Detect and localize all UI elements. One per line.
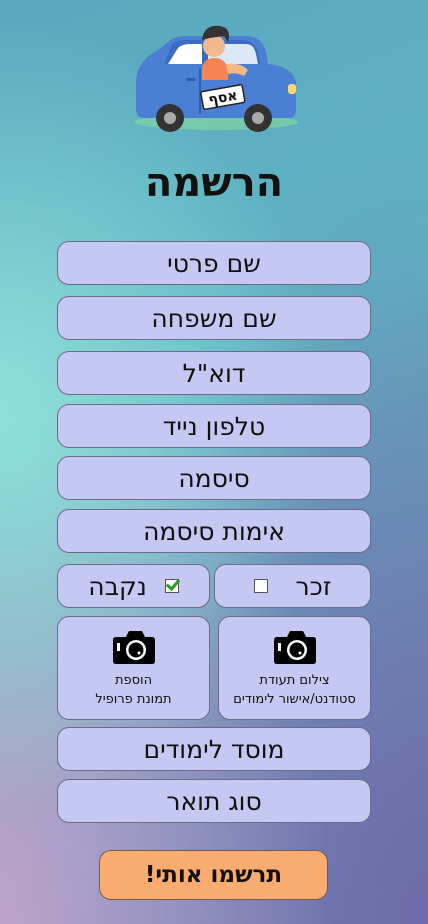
degree-type-field[interactable]: סוג תואר xyxy=(57,779,371,823)
gender-female-option[interactable]: נקבה xyxy=(57,564,210,608)
last-name-field[interactable]: שם משפחה xyxy=(57,296,371,340)
student-id-photo-line2: סטודנט/אישור לימודים xyxy=(233,692,356,707)
camera-icon xyxy=(273,631,316,664)
gender-male-option[interactable]: זכר xyxy=(214,564,371,608)
app-logo: אסף xyxy=(128,18,302,136)
profile-photo-button[interactable]: הוספת תמונת פרופיל xyxy=(57,616,210,720)
phone-field[interactable]: טלפון נייד xyxy=(57,404,371,448)
password-confirm-field[interactable]: אימות סיסמה xyxy=(57,509,371,553)
profile-photo-line2: תמונת פרופיל xyxy=(95,692,172,707)
email-field[interactable]: דוא"ל xyxy=(57,351,371,395)
gender-male-checkbox[interactable] xyxy=(253,579,268,593)
student-id-photo-line1: צילום תעודת xyxy=(259,673,330,688)
student-id-photo-button[interactable]: צילום תעודת סטודנט/אישור לימודים xyxy=(218,616,371,720)
page-title: הרשמה xyxy=(144,160,284,206)
gender-female-label: נקבה xyxy=(88,571,147,601)
gender-male-label: זכר xyxy=(295,571,332,601)
camera-icon xyxy=(112,631,155,664)
password-field[interactable]: סיסמה xyxy=(57,456,371,500)
gender-female-checkbox[interactable] xyxy=(164,579,179,593)
register-button[interactable]: תרשמו אותי! xyxy=(99,850,328,900)
institution-field[interactable]: מוסד לימודים xyxy=(57,727,371,771)
profile-photo-line1: הוספת xyxy=(114,673,153,688)
first-name-field[interactable]: שם פרטי xyxy=(57,241,371,285)
